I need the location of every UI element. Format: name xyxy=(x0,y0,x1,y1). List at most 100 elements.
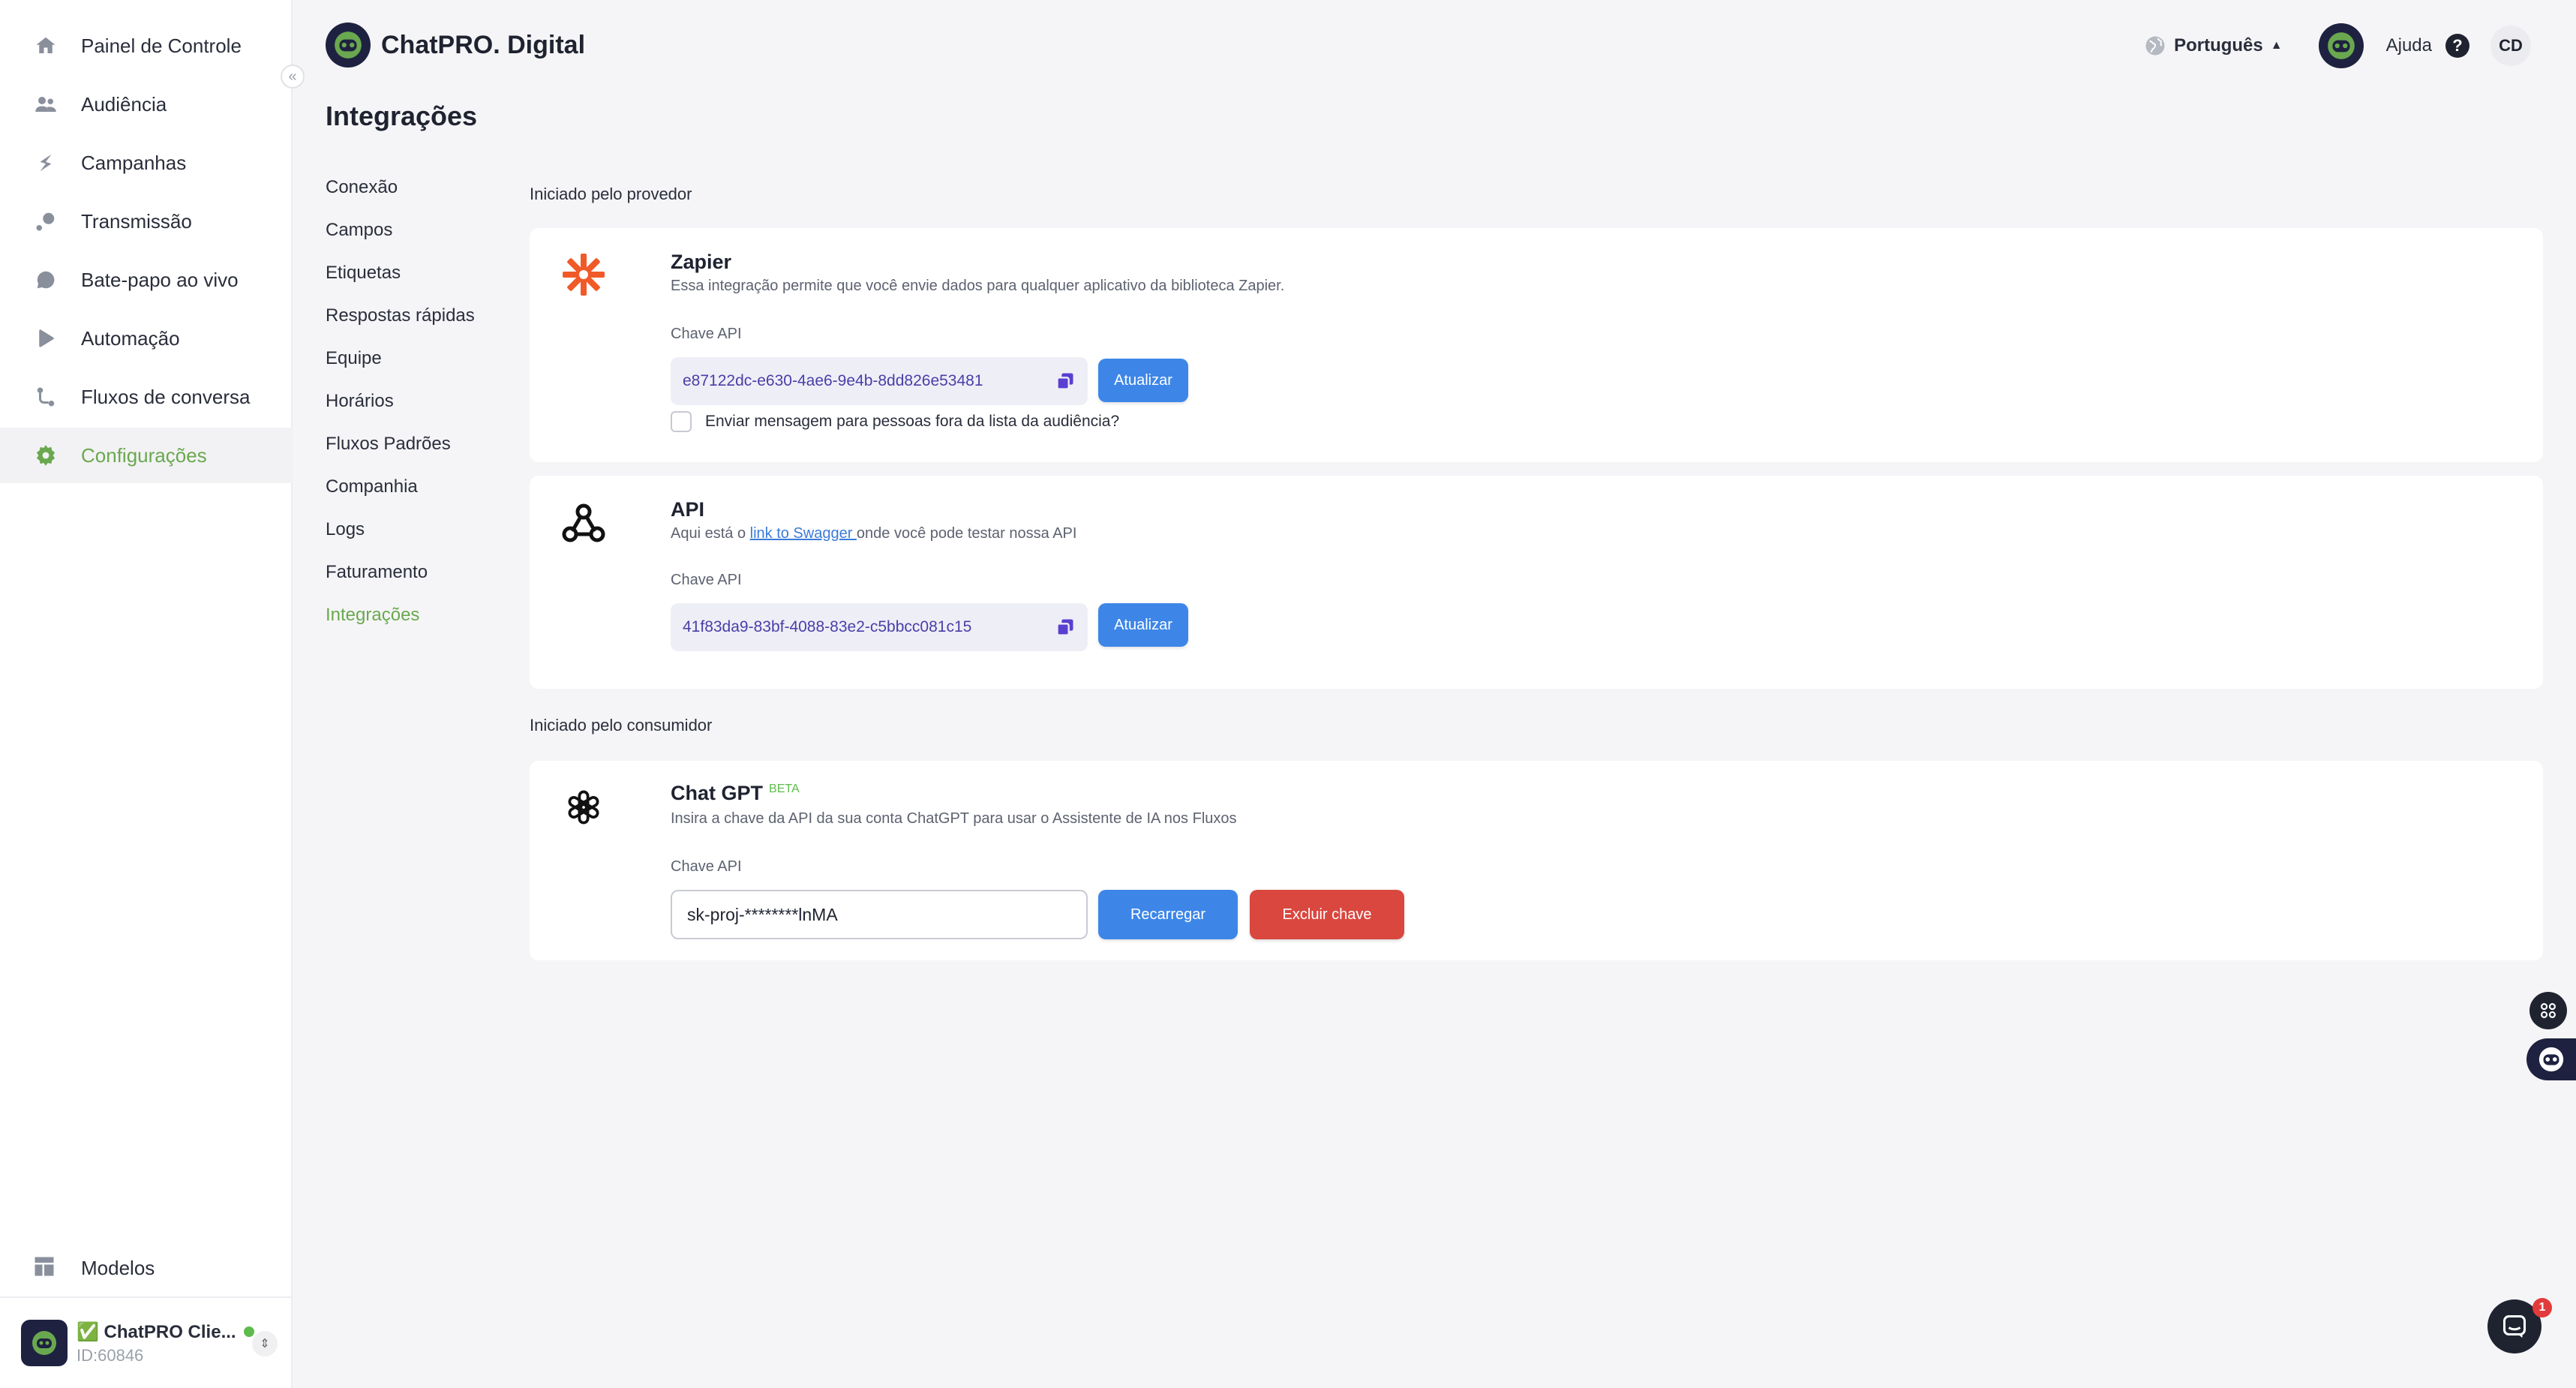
zapier-api-key-value: e87122dc-e630-4ae6-9e4b-8dd826e53481 xyxy=(683,372,983,389)
sidebar: Painel de Controle Audiência Campanhas T… xyxy=(0,0,293,1388)
sidebar-item-dashboard[interactable]: Painel de Controle xyxy=(0,18,293,74)
help-link[interactable]: Ajuda xyxy=(2386,35,2432,56)
templates-icon xyxy=(33,1255,59,1281)
zapier-update-button[interactable]: Atualizar xyxy=(1098,359,1188,402)
outside-audience-checkbox[interactable] xyxy=(671,411,692,432)
swagger-link[interactable]: link to Swagger xyxy=(750,525,857,542)
help-icon[interactable]: ? xyxy=(2445,34,2469,58)
section-provider-label: Iniciado pelo provedor xyxy=(530,185,692,203)
reload-button[interactable]: Recarregar xyxy=(1098,890,1238,939)
apps-grid-icon[interactable] xyxy=(2529,992,2567,1029)
globe-icon xyxy=(2145,36,2165,56)
zapier-icon xyxy=(557,248,611,302)
subnav-integrations[interactable]: Integrações xyxy=(326,605,419,626)
account-name: ✅ ChatPRO Clie... xyxy=(77,1321,236,1342)
language-label: Português xyxy=(2174,35,2263,56)
api-key-label: Chave API xyxy=(671,572,742,588)
language-selector[interactable]: Português ▲ xyxy=(2144,35,2283,57)
sidebar-item-flows[interactable]: Fluxos de conversa xyxy=(0,369,293,425)
play-icon xyxy=(33,326,59,351)
subnav-fields[interactable]: Campos xyxy=(326,220,392,241)
header-actions: Português ▲ Ajuda ? CD xyxy=(2144,23,2531,69)
brand: ChatPRO. Digital xyxy=(326,23,585,68)
bot-widget-icon[interactable] xyxy=(2526,1038,2576,1080)
sidebar-item-label: Campanhas xyxy=(81,151,187,174)
sidebar-item-label: Modelos xyxy=(81,1256,155,1279)
chatgpt-card: Chat GPT BETA Insira a chave da API da su… xyxy=(530,761,2543,960)
account-switcher[interactable]: ✅ ChatPRO Clie... ID:60846 ⇕ xyxy=(0,1296,293,1388)
switch-account-icon[interactable]: ⇕ xyxy=(252,1331,278,1356)
sidebar-item-automation[interactable]: Automação xyxy=(0,311,293,366)
subnav-connection[interactable]: Conexão xyxy=(326,177,398,198)
beta-badge: BETA xyxy=(769,783,800,795)
outside-audience-option[interactable]: Enviar mensagem para pessoas fora da lis… xyxy=(671,411,1119,432)
account-id: ID:60846 xyxy=(77,1345,144,1365)
chat-bubble-icon xyxy=(33,267,59,293)
chatgpt-api-key-input[interactable]: sk-proj-********lnMA xyxy=(671,890,1088,939)
copy-icon[interactable] xyxy=(1055,617,1076,638)
sidebar-item-label: Configurações xyxy=(81,443,207,467)
notification-badge: 1 xyxy=(2532,1298,2552,1317)
sidebar-item-templates[interactable]: Modelos xyxy=(0,1239,293,1296)
header-avatar[interactable] xyxy=(2318,23,2364,68)
subnav-billing[interactable]: Faturamento xyxy=(326,562,428,583)
chatgpt-api-key-value: sk-proj-********lnMA xyxy=(687,904,838,924)
zapier-title: Zapier xyxy=(671,251,732,273)
page-title: Integrações xyxy=(326,101,478,131)
sidebar-item-broadcast[interactable]: Transmissão xyxy=(0,194,293,249)
api-key-value: 41f83da9-83bf-4088-83e2-c5bbcc081c15 xyxy=(683,618,972,635)
zapier-api-key-label: Chave API xyxy=(671,326,742,342)
chatgpt-title: Chat GPT BETA xyxy=(671,782,800,805)
api-key-field[interactable]: 41f83da9-83bf-4088-83e2-c5bbcc081c15 xyxy=(671,603,1088,651)
api-card: API Aqui está o link to Swagger onde voc… xyxy=(530,476,2543,689)
broadcast-icon xyxy=(33,209,59,234)
subnav-company[interactable]: Companhia xyxy=(326,476,418,497)
api-title: API xyxy=(671,498,705,521)
api-update-button[interactable]: Atualizar xyxy=(1098,603,1188,647)
user-initials-avatar[interactable]: CD xyxy=(2490,26,2531,66)
zapier-api-key-field[interactable]: e87122dc-e630-4ae6-9e4b-8dd826e53481 xyxy=(671,357,1088,405)
subnav-default-flows[interactable]: Fluxos Padrões xyxy=(326,434,451,455)
sidebar-item-label: Automação xyxy=(81,326,180,350)
online-status-dot xyxy=(243,1326,254,1337)
subnav-tags[interactable]: Etiquetas xyxy=(326,263,401,284)
brand-logo-icon xyxy=(326,23,371,68)
api-description-text-end: onde você pode testar nossa API xyxy=(856,525,1077,542)
home-icon xyxy=(33,33,59,59)
subnav-logs[interactable]: Logs xyxy=(326,519,365,540)
outside-audience-label: Enviar mensagem para pessoas fora da lis… xyxy=(705,413,1120,430)
api-description-text: Aqui está o xyxy=(671,525,750,542)
collapse-sidebar-button[interactable]: « xyxy=(281,65,305,89)
sidebar-item-label: Painel de Controle xyxy=(81,34,242,57)
account-avatar xyxy=(21,1320,68,1366)
sidebar-item-audience[interactable]: Audiência xyxy=(0,77,293,132)
subnav-hours[interactable]: Horários xyxy=(326,391,394,412)
sidebar-item-live-chat[interactable]: Bate-papo ao vivo xyxy=(0,252,293,308)
brand-name: ChatPRO. Digital xyxy=(381,30,586,59)
zapier-card: Zapier Essa integração permite que você … xyxy=(530,228,2543,462)
api-description: Aqui está o link to Swagger onde você po… xyxy=(671,525,1076,542)
section-consumer-label: Iniciado pelo consumidor xyxy=(530,716,713,735)
caret-up-icon: ▲ xyxy=(2270,39,2283,52)
campaign-icon xyxy=(33,150,59,176)
subnav-team[interactable]: Equipe xyxy=(326,348,382,369)
chatgpt-description: Insira a chave da API da sua conta ChatG… xyxy=(671,810,1237,827)
webhook-icon xyxy=(557,495,611,549)
sidebar-item-campaigns[interactable]: Campanhas xyxy=(0,135,293,191)
subnav-quick-replies[interactable]: Respostas rápidas xyxy=(326,305,475,326)
openai-icon xyxy=(557,780,611,834)
sidebar-item-label: Audiência xyxy=(81,92,167,116)
chat-icon xyxy=(2503,1315,2526,1338)
sidebar-item-settings[interactable]: Configurações xyxy=(0,428,293,483)
delete-key-button[interactable]: Excluir chave xyxy=(1250,890,1404,939)
gear-icon xyxy=(33,443,59,468)
flow-icon xyxy=(33,384,59,410)
copy-icon[interactable] xyxy=(1055,371,1076,392)
sidebar-item-label: Transmissão xyxy=(81,209,192,233)
zapier-description: Essa integração permite que você envie d… xyxy=(671,278,1285,294)
chatgpt-title-text: Chat GPT xyxy=(671,782,764,804)
sidebar-item-label: Bate-papo ao vivo xyxy=(81,268,239,291)
sidebar-item-label: Fluxos de conversa xyxy=(81,385,251,408)
chatgpt-api-key-label: Chave API xyxy=(671,858,742,875)
people-icon xyxy=(33,92,59,117)
